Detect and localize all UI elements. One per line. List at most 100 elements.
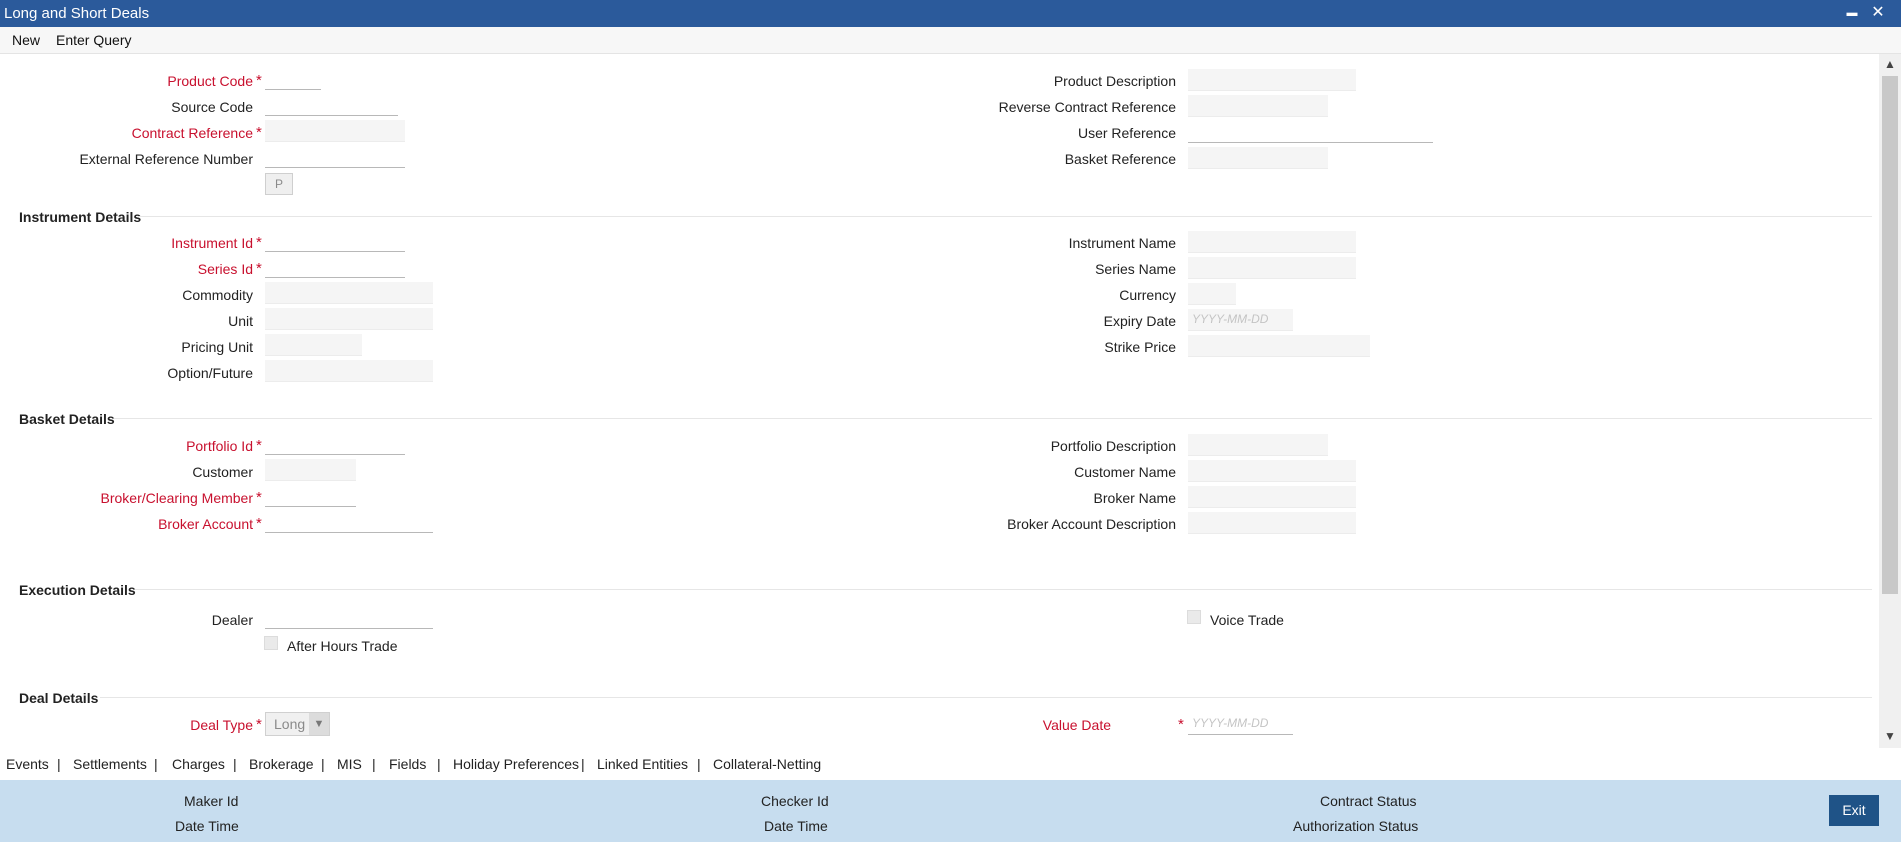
p-button[interactable]: P <box>265 173 293 195</box>
after-hours-trade-checkbox[interactable] <box>264 636 278 650</box>
tab-separator: | <box>233 756 237 772</box>
required-marker: * <box>256 716 262 733</box>
minimize-icon[interactable]: ▬ <box>1842 2 1862 24</box>
series-id-label: Series Id <box>197 261 253 277</box>
expiry-date-label: Expiry Date <box>1103 313 1176 329</box>
instrument-name-input[interactable] <box>1188 231 1356 253</box>
external-reference-number-input[interactable] <box>265 146 405 168</box>
chevron-down-icon: ▼ <box>309 713 329 735</box>
external-reference-number-label: External Reference Number <box>79 151 253 167</box>
scroll-up-icon[interactable]: ▲ <box>1882 56 1898 72</box>
scrollbar-thumb[interactable] <box>1882 76 1898 594</box>
commodity-label: Commodity <box>182 287 253 303</box>
customer-input[interactable] <box>265 459 356 481</box>
tab-settlements[interactable]: Settlements <box>73 756 147 772</box>
commodity-input[interactable] <box>265 282 433 304</box>
dealer-label: Dealer <box>211 612 253 628</box>
product-code-label: Product Code <box>167 73 253 89</box>
tab-collateral-netting[interactable]: Collateral-Netting <box>713 756 821 772</box>
tab-separator: | <box>154 756 158 772</box>
required-marker: * <box>256 260 262 277</box>
scroll-down-icon[interactable]: ▼ <box>1882 728 1898 744</box>
close-icon[interactable]: ✕ <box>1868 2 1888 24</box>
pricing-unit-label: Pricing Unit <box>181 339 253 355</box>
form-content: Product Code * Source Code Contract Refe… <box>0 54 1879 748</box>
broker-name-input[interactable] <box>1188 486 1356 508</box>
tab-charges[interactable]: Charges <box>172 756 225 772</box>
portfolio-id-label: Portfolio Id <box>186 438 253 454</box>
deal-type-value: Long <box>274 716 306 732</box>
broker-clearing-member-input[interactable] <box>265 485 356 507</box>
source-code-label: Source Code <box>171 99 253 115</box>
series-name-input[interactable] <box>1188 257 1356 279</box>
series-id-input[interactable] <box>265 256 405 278</box>
required-marker: * <box>256 515 262 532</box>
currency-input[interactable] <box>1188 283 1236 305</box>
checker-date-time-label: Date Time <box>764 818 828 834</box>
voice-trade-label: Voice Trade <box>1210 612 1284 628</box>
unit-input[interactable] <box>265 308 433 330</box>
contract-reference-input[interactable] <box>265 120 405 142</box>
basket-reference-label: Basket Reference <box>1064 151 1176 167</box>
tab-linked-entities[interactable]: Linked Entities <box>597 756 688 772</box>
broker-account-label: Broker Account <box>158 516 253 532</box>
reverse-contract-reference-input[interactable] <box>1188 95 1328 117</box>
option-future-label: Option/Future <box>167 365 253 381</box>
pricing-unit-input[interactable] <box>265 334 362 356</box>
portfolio-description-input[interactable] <box>1188 434 1328 456</box>
tab-separator: | <box>437 756 441 772</box>
tab-fields[interactable]: Fields <box>389 756 426 772</box>
basket-reference-input[interactable] <box>1188 147 1328 169</box>
voice-trade-checkbox[interactable] <box>1187 610 1201 624</box>
tab-mis[interactable]: MIS <box>337 756 362 772</box>
value-date-placeholder: YYYY-MM-DD <box>1192 716 1269 730</box>
value-date-label: Value Date <box>1042 717 1111 733</box>
source-code-input[interactable] <box>265 94 398 116</box>
execution-details-heading: Execution Details <box>19 582 136 598</box>
portfolio-description-label: Portfolio Description <box>1050 438 1176 454</box>
user-reference-input[interactable] <box>1188 121 1433 143</box>
tab-separator: | <box>697 756 701 772</box>
tab-brokerage[interactable]: Brokerage <box>249 756 314 772</box>
deal-type-select[interactable]: Long ▼ <box>265 712 330 736</box>
contract-status-label: Contract Status <box>1320 793 1417 809</box>
expiry-date-placeholder: YYYY-MM-DD <box>1192 312 1269 326</box>
portfolio-id-input[interactable] <box>265 433 405 455</box>
enter-query-button[interactable]: Enter Query <box>56 32 131 48</box>
broker-account-description-input[interactable] <box>1188 512 1356 534</box>
new-button[interactable]: New <box>12 32 40 48</box>
reverse-contract-reference-label: Reverse Contract Reference <box>998 99 1176 115</box>
authorization-status-label: Authorization Status <box>1293 818 1419 834</box>
strike-price-label: Strike Price <box>1104 339 1176 355</box>
required-marker: * <box>256 72 262 89</box>
required-marker: * <box>1178 716 1184 733</box>
broker-name-label: Broker Name <box>1093 490 1176 506</box>
basket-details-heading: Basket Details <box>19 411 115 427</box>
vertical-scrollbar[interactable]: ▲ ▼ <box>1879 54 1901 748</box>
customer-name-input[interactable] <box>1188 460 1356 482</box>
expiry-date-input[interactable]: YYYY-MM-DD <box>1188 309 1293 331</box>
customer-label: Customer <box>192 464 253 480</box>
required-marker: * <box>256 489 262 506</box>
dealer-input[interactable] <box>265 607 433 629</box>
window-title: Long and Short Deals <box>4 5 150 22</box>
unit-label: Unit <box>228 313 253 329</box>
value-date-input[interactable]: YYYY-MM-DD <box>1188 713 1293 735</box>
instrument-id-input[interactable] <box>265 230 405 252</box>
instrument-id-label: Instrument Id <box>171 235 253 251</box>
checker-id-label: Checker Id <box>761 793 829 809</box>
contract-reference-label: Contract Reference <box>131 125 253 141</box>
tab-separator: | <box>581 756 585 772</box>
exit-button[interactable]: Exit <box>1829 795 1879 826</box>
currency-label: Currency <box>1119 287 1176 303</box>
strike-price-input[interactable] <box>1188 335 1370 357</box>
tab-events[interactable]: Events <box>6 756 49 772</box>
tab-holiday-preferences[interactable]: Holiday Preferences <box>453 756 579 772</box>
option-future-input[interactable] <box>265 360 433 382</box>
broker-account-input[interactable] <box>265 511 433 533</box>
product-description-input[interactable] <box>1188 69 1356 91</box>
product-code-input[interactable] <box>265 68 321 90</box>
section-divider <box>114 418 1872 419</box>
maker-id-label: Maker Id <box>184 793 239 809</box>
tab-separator: | <box>372 756 376 772</box>
